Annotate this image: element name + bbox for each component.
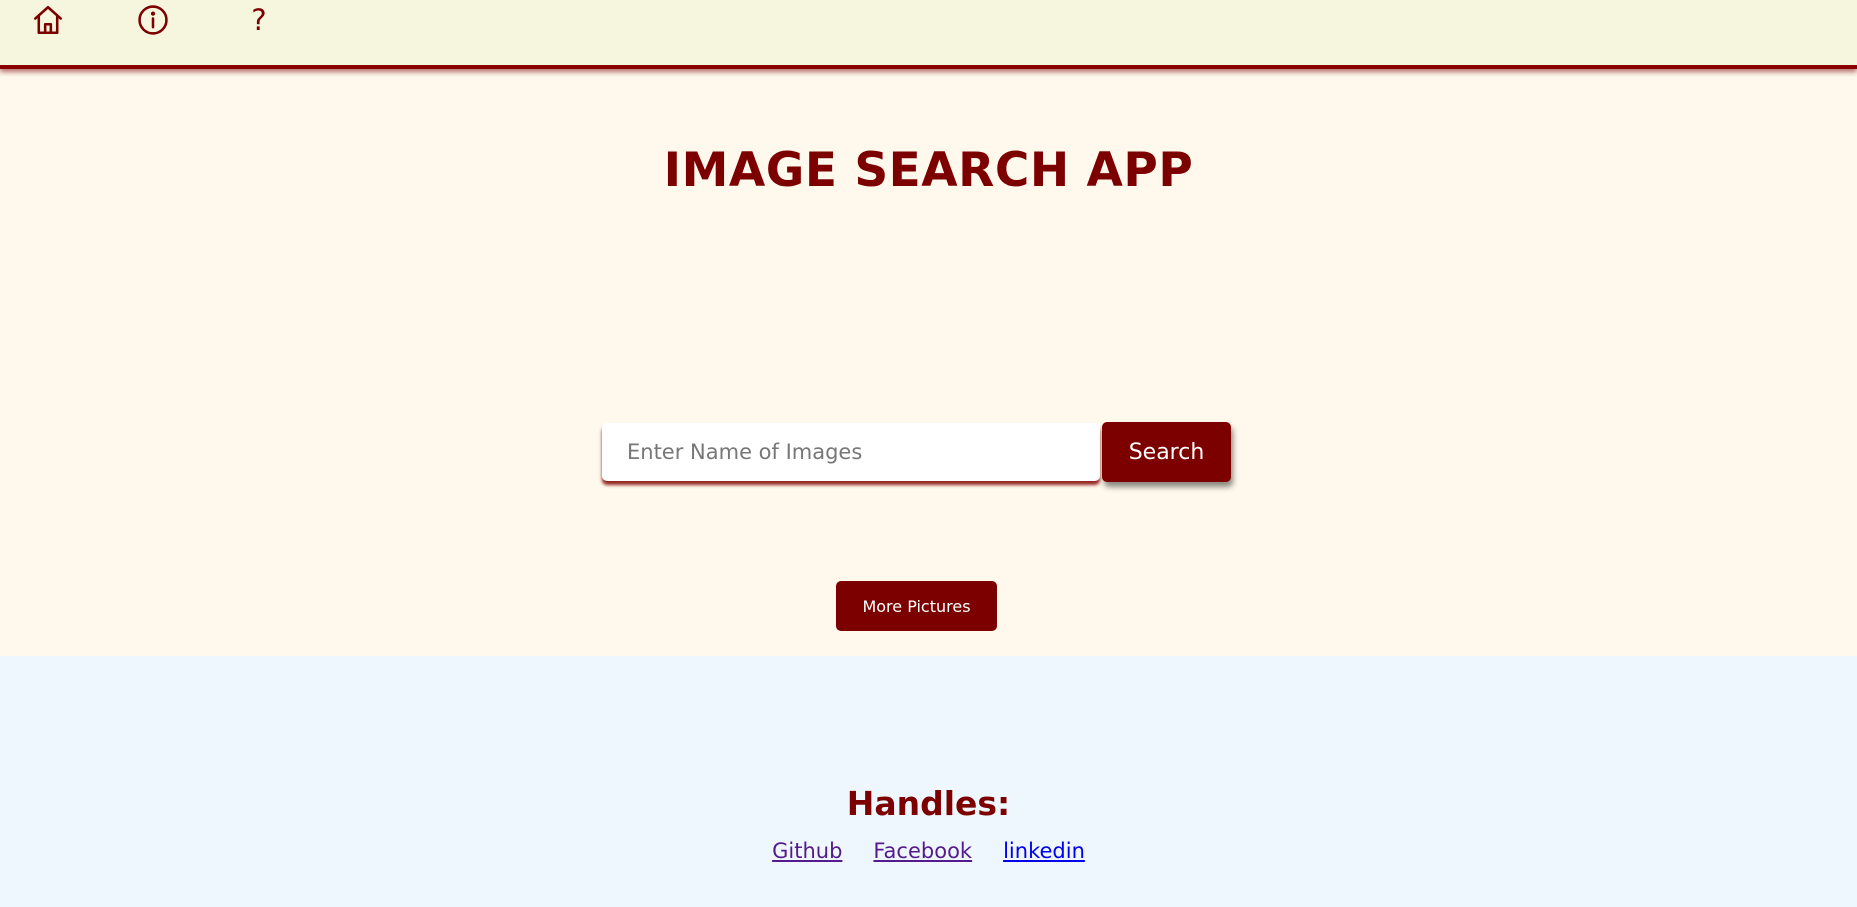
- social-links: Github Facebook linkedin: [0, 839, 1857, 863]
- more-pictures-button[interactable]: More Pictures: [836, 581, 997, 631]
- github-link[interactable]: Github: [772, 839, 842, 863]
- info-icon[interactable]: [133, 0, 173, 40]
- handles-heading: Handles:: [846, 784, 1011, 823]
- linkedin-link[interactable]: linkedin: [1003, 839, 1085, 863]
- help-icon[interactable]: ?: [239, 0, 279, 40]
- footer: Handles: Github Facebook linkedin: [0, 656, 1857, 907]
- help-glyph: ?: [251, 2, 267, 37]
- home-icon[interactable]: [28, 0, 68, 40]
- search-button[interactable]: Search: [1102, 422, 1231, 482]
- search-input[interactable]: [602, 423, 1100, 481]
- main-section: IMAGE SEARCH APP Search More Pictures: [0, 69, 1857, 656]
- facebook-link[interactable]: Facebook: [873, 839, 972, 863]
- top-nav-bar: ?: [0, 0, 1857, 69]
- page-title: IMAGE SEARCH APP: [663, 143, 1194, 198]
